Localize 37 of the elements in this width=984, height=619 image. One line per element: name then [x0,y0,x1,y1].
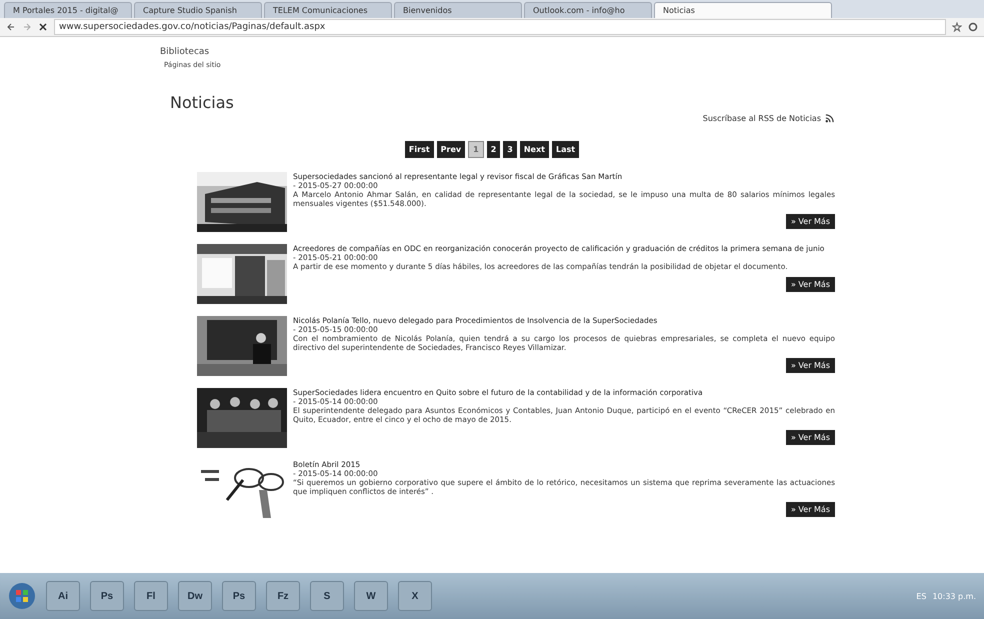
breadcrumb-link[interactable]: Bibliotecas [0,37,984,57]
rss-link[interactable]: Suscríbase al RSS de Noticias [702,114,821,123]
start-icon[interactable] [8,582,36,610]
browser-tab[interactable]: Bienvenidos [394,2,522,18]
close-icon[interactable] [38,22,48,32]
taskbar-app[interactable]: Dw [178,581,212,611]
browser-tab[interactable]: Outlook.com - info@ho [524,2,652,18]
taskbar-app[interactable]: Ps [222,581,256,611]
taskbar-app[interactable]: S [310,581,344,611]
browser-tab[interactable]: M Portales 2015 - digital@ [4,2,132,18]
read-more-button[interactable]: » Ver Más [786,358,835,373]
page-button[interactable]: Last [552,141,580,158]
page-button[interactable]: Prev [436,141,466,158]
back-icon[interactable] [6,22,16,32]
star-icon[interactable] [952,22,962,32]
page-button[interactable]: 2 [486,141,500,158]
page-title: Noticias [170,93,235,112]
page-button[interactable]: 3 [503,141,517,158]
taskbar-app[interactable]: Ai [46,581,80,611]
read-more-button[interactable]: » Ver Más [786,277,835,292]
browser-tab[interactable]: Capture Studio Spanish [134,2,262,18]
browser-tab[interactable]: TELEM Comunicaciones [264,2,392,18]
taskbar-app[interactable]: Fz [266,581,300,611]
read-more-button[interactable]: » Ver Más [786,214,835,229]
taskbar-app[interactable]: Ps [90,581,124,611]
taskbar-app[interactable]: Fl [134,581,168,611]
read-more-button[interactable]: » Ver Más [786,430,835,445]
settings-icon[interactable] [968,22,978,32]
address-field[interactable]: www.supersociedades.gov.co/noticias/Paginas/default.aspx [54,19,946,35]
taskbar-app[interactable]: W [354,581,388,611]
rss-icon[interactable] [825,114,834,123]
taskbar-app[interactable]: X [398,581,432,611]
read-more-button[interactable]: » Ver Más [786,502,835,517]
page-button[interactable]: 1 [468,141,484,158]
page-button[interactable]: First [404,141,434,158]
browser-tab[interactable]: Noticias [654,2,832,18]
page-button[interactable]: Next [520,141,549,158]
